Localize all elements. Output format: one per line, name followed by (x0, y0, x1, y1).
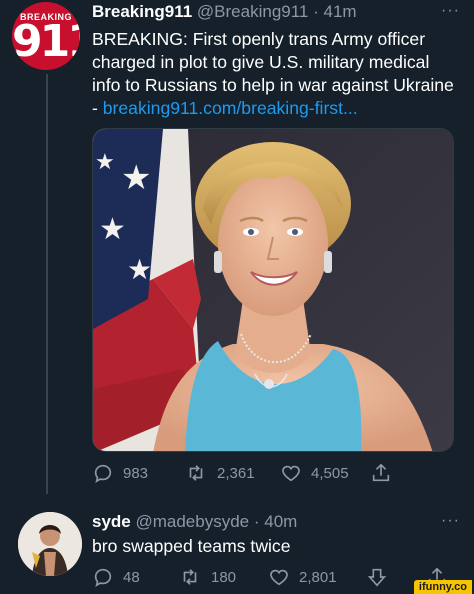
tweet-header: Breaking911 @Breaking911 · 41m (92, 2, 357, 22)
portrait-image: ★ ★ ★ ★ (93, 129, 453, 451)
reply-author-name[interactable]: syde (92, 512, 131, 531)
reply-reply-action[interactable]: 48 (92, 566, 140, 588)
reply-text: bro swapped teams twice (92, 536, 291, 556)
like-count: 4,505 (311, 464, 349, 482)
share-icon (372, 463, 390, 482)
more-options-icon[interactable]: ··· (441, 2, 460, 20)
reply-like-action[interactable]: 2,801 (268, 566, 337, 588)
retweet-action[interactable]: 2,361 (184, 462, 255, 484)
author-handle-time: @Breaking911 · 41m (196, 2, 357, 21)
thread-connector-line (46, 74, 48, 494)
share-action[interactable] (370, 462, 392, 484)
reply-header: syde @madebysyde · 40m (92, 512, 297, 532)
author-name[interactable]: Breaking911 (92, 2, 192, 21)
downvote-arrow-icon (367, 568, 387, 587)
reply-downvote-action[interactable] (366, 566, 388, 588)
reply-reply-count: 48 (123, 568, 140, 586)
reply-retweet-action[interactable]: 180 (178, 566, 236, 588)
syde-avatar[interactable] (18, 512, 82, 576)
reply-count: 983 (123, 464, 149, 482)
svg-text:★: ★ (127, 253, 152, 286)
reply-icon (94, 568, 112, 587)
heart-icon (270, 569, 288, 586)
tweet-text: BREAKING: First openly trans Army office… (92, 28, 462, 120)
reply-author-handle-time: @madebysyde · 40m (135, 512, 298, 531)
retweet-icon (189, 465, 203, 481)
reply-like-count: 2,801 (299, 568, 337, 586)
like-action[interactable]: 4,505 (280, 462, 349, 484)
svg-text:★: ★ (99, 212, 126, 247)
reply-icon (94, 464, 112, 483)
retweet-count: 2,361 (217, 464, 255, 482)
avatar-image (18, 512, 82, 576)
tweet-link[interactable]: breaking911.com/breaking-first... (103, 98, 358, 118)
reply-retweet-count: 180 (211, 568, 237, 586)
retweet-icon (183, 569, 197, 585)
reply-action[interactable]: 983 (92, 462, 148, 484)
reply-more-options-icon[interactable]: ··· (441, 512, 460, 530)
breaking911-avatar[interactable]: BREAKING 911 (12, 2, 80, 70)
ifunny-watermark: ifunny.co (413, 580, 472, 594)
svg-text:★: ★ (121, 158, 151, 198)
heart-icon (282, 465, 300, 482)
svg-text:★: ★ (95, 150, 115, 175)
tweet-photo[interactable]: ★ ★ ★ ★ (92, 128, 454, 452)
avatar-number: 911 (12, 16, 80, 67)
